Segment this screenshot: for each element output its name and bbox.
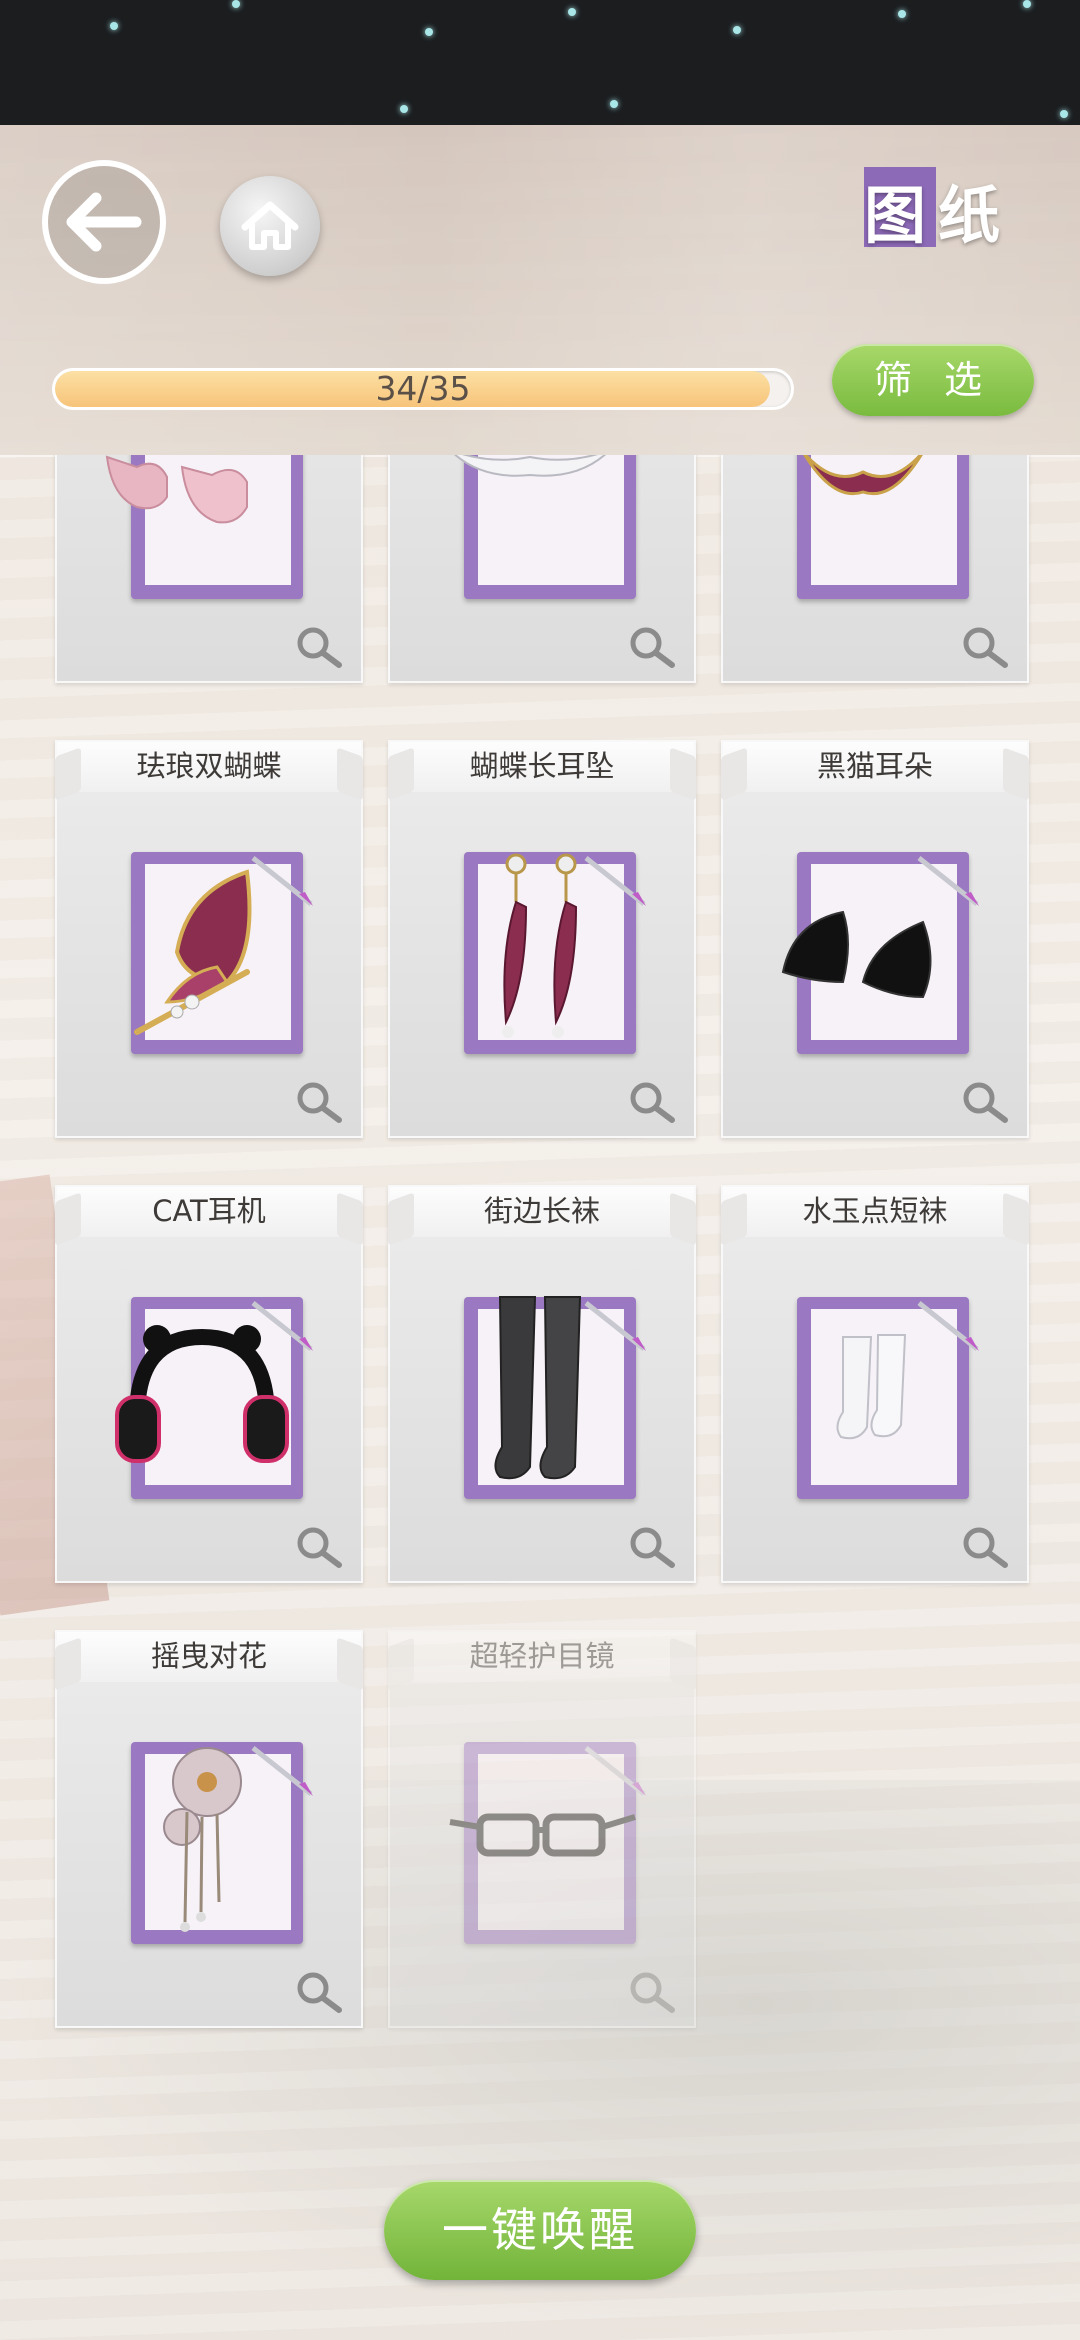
magnifier-icon[interactable]: [626, 1525, 680, 1569]
long-socks-icon: [494, 1296, 582, 1480]
back-arrow-icon: [66, 192, 142, 252]
flower-hairpin-icon: [163, 1747, 242, 1932]
glasses-icon: [449, 1813, 636, 1857]
butterfly-hairpin-icon: [134, 869, 252, 1035]
headphones-icon: [115, 1325, 289, 1463]
night-sky-strip: [0, 0, 1080, 125]
collection-progress-bar: 34/35: [52, 368, 794, 410]
card-swaying-flowers[interactable]: 摇曳对花: [55, 1630, 363, 2028]
magnifier-icon[interactable]: [959, 1080, 1013, 1124]
pink-shoes-icon: [105, 455, 248, 524]
card-title: 摇曳对花: [57, 1632, 361, 1682]
card-partial-2[interactable]: [388, 455, 696, 683]
card-title: 水玉点短袜: [723, 1187, 1027, 1237]
card-title: 蝴蝶长耳坠: [390, 742, 694, 792]
magnifier-icon[interactable]: [293, 1970, 347, 2014]
card-street-long-socks[interactable]: 街边长袜: [388, 1185, 696, 1583]
magnifier-icon[interactable]: [293, 625, 347, 669]
card-goggles-locked[interactable]: 超轻护目镜: [388, 1630, 696, 2028]
card-title: 超轻护目镜: [390, 1632, 694, 1682]
blueprint-grid: 珐琅双蝴蝶 蝴蝶长耳坠 黑猫耳朵 CAT耳机 街边长袜 水玉点短袜 摇曳对花 超…: [0, 455, 1080, 2085]
dot-socks-icon: [836, 1334, 907, 1440]
home-button[interactable]: [220, 176, 320, 276]
magnifier-icon[interactable]: [959, 1525, 1013, 1569]
magnifier-icon[interactable]: [626, 1970, 680, 2014]
feather-earrings-icon: [502, 853, 578, 1038]
filter-button[interactable]: 筛 选: [832, 344, 1034, 416]
card-cat-headphones[interactable]: CAT耳机: [55, 1185, 363, 1583]
card-partial-1[interactable]: [55, 455, 363, 683]
card-enamel-butterfly[interactable]: 珐琅双蝴蝶: [55, 740, 363, 1138]
one-click-awaken-button[interactable]: 一键唤醒: [384, 2180, 696, 2280]
butterfly-hairpin-icon: [803, 455, 923, 496]
magnifier-icon[interactable]: [626, 625, 680, 669]
card-butterfly-earrings[interactable]: 蝴蝶长耳坠: [388, 740, 696, 1138]
home-icon: [241, 201, 299, 250]
progress-text: 34/35: [375, 369, 471, 408]
card-polka-dot-socks[interactable]: 水玉点短袜: [721, 1185, 1029, 1583]
white-bow-icon: [454, 455, 606, 477]
page-title: 图纸: [864, 179, 1013, 252]
card-title: 珐琅双蝴蝶: [57, 742, 361, 792]
cat-ears-icon: [781, 910, 932, 999]
card-title: CAT耳机: [57, 1187, 361, 1237]
card-partial-3[interactable]: [721, 455, 1029, 683]
magnifier-icon[interactable]: [626, 1080, 680, 1124]
card-black-cat-ears[interactable]: 黑猫耳朵: [721, 740, 1029, 1138]
page-title-wrap: 图纸: [864, 165, 1012, 255]
magnifier-icon[interactable]: [293, 1080, 347, 1124]
card-title: 街边长袜: [390, 1187, 694, 1237]
magnifier-icon[interactable]: [293, 1525, 347, 1569]
back-button[interactable]: [42, 160, 166, 284]
card-title: 黑猫耳朵: [723, 742, 1027, 792]
magnifier-icon[interactable]: [959, 625, 1013, 669]
